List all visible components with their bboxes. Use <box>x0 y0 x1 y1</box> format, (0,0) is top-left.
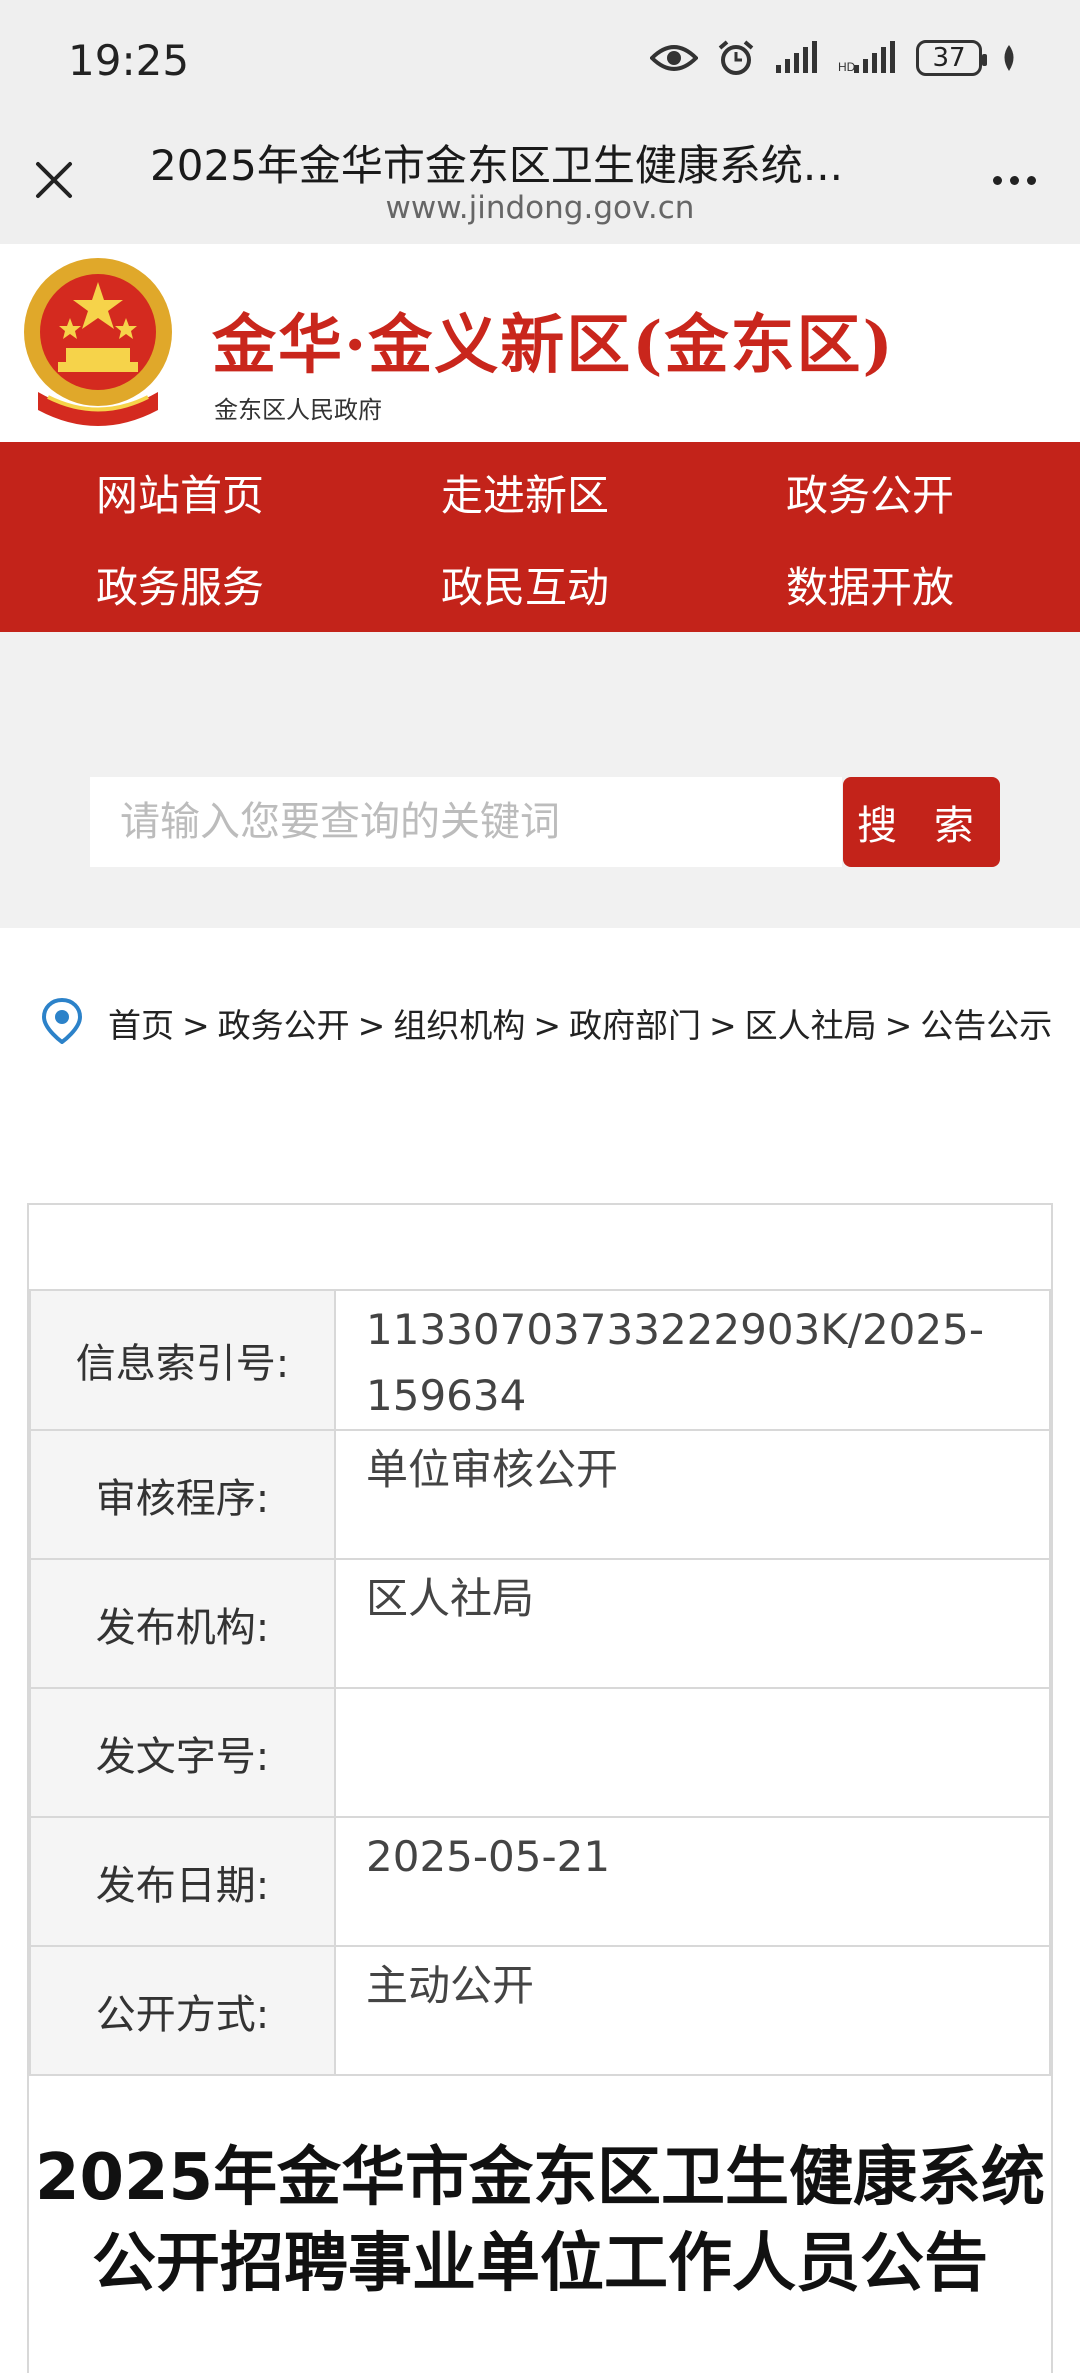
search-button[interactable]: 搜 索 <box>843 777 1000 867</box>
breadcrumb-separator: > <box>708 1006 737 1045</box>
more-dot-icon <box>992 175 1002 185</box>
eye-icon <box>650 42 698 74</box>
breadcrumb-trail: 首页 > 政务公开 > 组织机构 > 政府部门 > 区人社局 > 公告公示 <box>108 980 1080 1072</box>
breadcrumb-separator: > <box>884 1006 913 1045</box>
info-value: 2025-05-21 <box>334 1816 1051 1947</box>
info-label: 发文字号: <box>29 1687 336 1818</box>
breadcrumb-item[interactable]: 区人社局 <box>745 1006 877 1045</box>
search-area: 搜 索 <box>0 632 1080 928</box>
status-time: 19:25 <box>68 36 190 85</box>
info-value <box>334 1687 1051 1818</box>
info-label: 发布日期: <box>29 1816 336 1947</box>
breadcrumb-separator: > <box>182 1006 210 1045</box>
breadcrumb-separator: > <box>357 1006 386 1045</box>
nav-item-interaction[interactable]: 政民互动 <box>345 538 705 630</box>
table-row: 发文字号: <box>29 1687 1051 1818</box>
info-label: 发布机构: <box>29 1558 336 1689</box>
nav-item-gov-services[interactable]: 政务服务 <box>0 538 360 630</box>
table-row: 发布机构: 区人社局 <box>29 1558 1051 1689</box>
more-options-button[interactable] <box>984 160 1044 200</box>
search-input[interactable] <box>90 777 842 867</box>
info-value: 区人社局 <box>334 1558 1051 1689</box>
info-value: 11330703733222903K/2025-159634 <box>334 1289 1051 1431</box>
breadcrumb-item[interactable]: 首页 <box>108 1006 174 1045</box>
table-row: 公开方式: 主动公开 <box>29 1945 1051 2076</box>
info-label: 公开方式: <box>29 1945 336 2076</box>
nav-item-open-data[interactable]: 数据开放 <box>690 538 1050 630</box>
site-brand-subtitle: 金东区人民政府 <box>214 396 382 424</box>
info-box: 信息索引号: 11330703733222903K/2025-159634 审核… <box>27 1203 1053 2373</box>
signal-icon-1 <box>774 41 820 75</box>
table-row: 发布日期: 2025-05-21 <box>29 1816 1051 1947</box>
nav-item-gov-affairs[interactable]: 政务公开 <box>690 446 1050 538</box>
national-emblem-icon[interactable] <box>18 252 178 432</box>
site-header: 金华·金义新区(金东区) 金东区人民政府 <box>0 244 1080 442</box>
info-value: 单位审核公开 <box>334 1429 1051 1560</box>
info-label: 信息索引号: <box>29 1289 336 1431</box>
info-value: 主动公开 <box>334 1945 1051 2076</box>
status-icons: HD 37 <box>650 38 1018 78</box>
nav-item-about[interactable]: 走进新区 <box>345 446 705 538</box>
breadcrumb-item[interactable]: 政府部门 <box>569 1006 701 1045</box>
site-brand-title[interactable]: 金华·金义新区(金东区) <box>212 294 895 386</box>
page-url: www.jindong.gov.cn <box>385 190 695 226</box>
svg-text:HD: HD <box>838 60 856 74</box>
more-dot-icon <box>1009 175 1019 185</box>
page-title: 2025年金华市金东区卫生健康系统... <box>150 141 843 190</box>
signal-icon-2: HD <box>838 41 898 75</box>
more-dot-icon <box>1026 175 1036 185</box>
table-row: 审核程序: 单位审核公开 <box>29 1429 1051 1560</box>
breadcrumb-separator: > <box>533 1006 561 1045</box>
table-row: 信息索引号: 11330703733222903K/2025-159634 <box>29 1289 1051 1431</box>
nav-item-home[interactable]: 网站首页 <box>0 446 360 538</box>
main-nav: 网站首页 走进新区 政务公开 政务服务 政民互动 数据开放 <box>0 442 1080 632</box>
breadcrumb-item[interactable]: 组织机构 <box>393 1006 525 1045</box>
info-table: 信息索引号: 11330703733222903K/2025-159634 审核… <box>29 1289 1051 2076</box>
browser-title-bar: 2025年金华市金东区卫生健康系统... www.jindong.gov.cn <box>0 120 1080 244</box>
location-pin-icon <box>42 998 82 1044</box>
article-title: 2025年金华市金东区卫生健康系统公开招聘事业单位工作人员公告 <box>34 2141 1046 2301</box>
leaf-icon <box>1000 43 1018 73</box>
status-bar: 19:25 HD 37 <box>0 0 1080 120</box>
battery-icon: 37 <box>916 40 987 76</box>
breadcrumb-item[interactable]: 政务公开 <box>218 1006 350 1045</box>
info-label: 审核程序: <box>29 1429 336 1560</box>
breadcrumb-item[interactable]: 公告公示 <box>920 1006 1052 1045</box>
alarm-icon <box>716 38 756 78</box>
